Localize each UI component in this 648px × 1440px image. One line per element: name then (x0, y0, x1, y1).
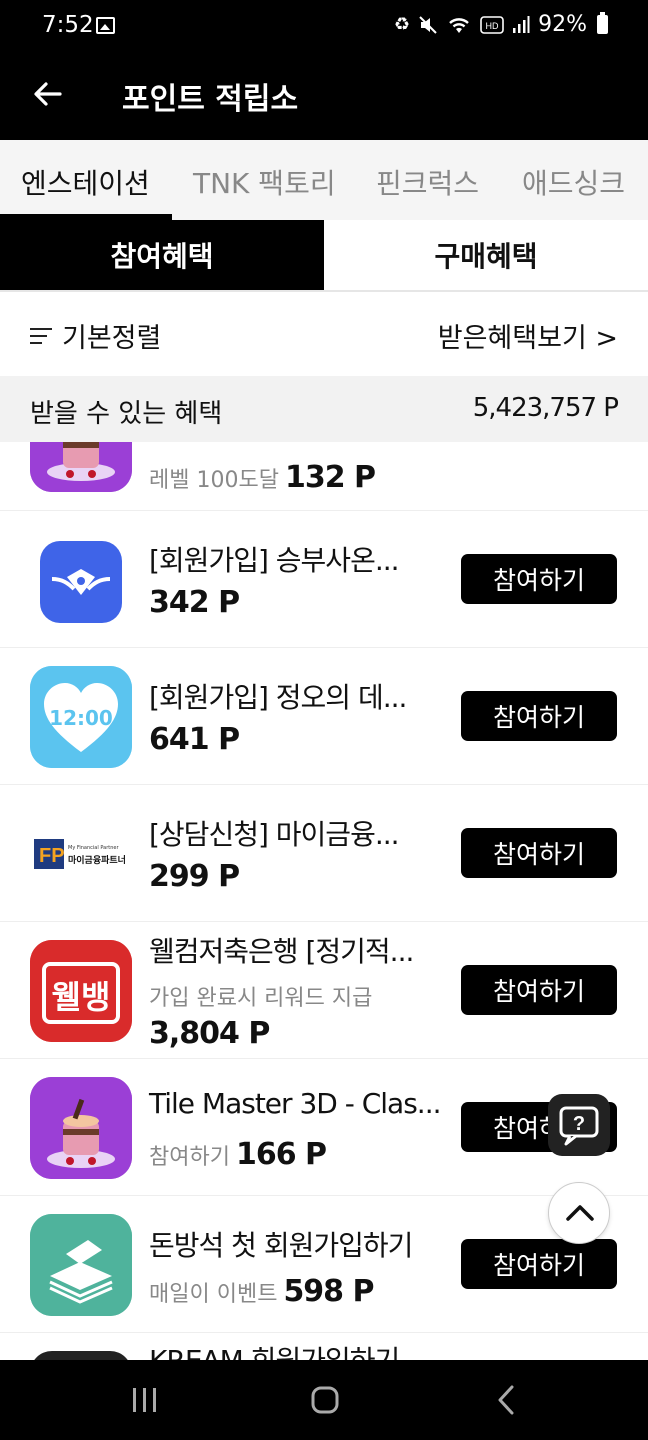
page-title: 포인트 적립소 (122, 82, 299, 117)
tab-tnk-factory[interactable]: TNK 팩토리 (193, 162, 336, 202)
help-chat-icon: ? (559, 1106, 599, 1146)
heart-clock-app-icon: 12:00 (30, 666, 132, 768)
view-received-link[interactable]: 받은혜택보기 > (438, 316, 618, 355)
tab-pincrux[interactable]: 핀크럭스 (376, 162, 479, 202)
status-bar: 7:52 ♻ HD 92% (0, 0, 648, 56)
segment-participate[interactable]: 참여혜택 (0, 220, 324, 290)
join-button[interactable]: 참여하기 (461, 828, 617, 878)
list-item[interactable]: [회원가입] 승부사온... 342 P 참여하기 (0, 511, 648, 648)
app-bar: 포인트 적립소 (0, 56, 648, 140)
item-points: 3,804 P (149, 1016, 270, 1051)
kream-app-icon (30, 1351, 132, 1360)
battery-icon (597, 12, 608, 34)
signal-icon (513, 15, 530, 33)
icon-brand-text: 마이금융파트너 (68, 856, 126, 866)
svg-text:?: ? (573, 1113, 585, 1135)
svg-text:FP: FP (39, 845, 65, 867)
seungbusa-app-icon (30, 531, 132, 633)
chevron-up-icon (566, 1205, 594, 1221)
item-name: Tile Master 3D - Clas... (149, 1087, 442, 1120)
battery-saver-icon: ♻ (393, 13, 411, 35)
join-button[interactable]: 참여하기 (461, 1239, 617, 1289)
item-points: 641 P (149, 722, 240, 757)
item-points: 299 P (149, 859, 240, 894)
help-chat-button[interactable]: ? (548, 1094, 610, 1156)
icon-brand-small: My Financial Partner (68, 845, 119, 851)
status-time: 7:52 (42, 12, 94, 38)
tab-enstation[interactable]: 엔스테이션 (21, 162, 150, 202)
item-points: 132 P (284, 460, 376, 495)
sort-row: 기본정렬 받은혜택보기 > (0, 294, 648, 376)
item-sub-text: 참여하기 166 P (149, 1137, 327, 1172)
wifi-icon (449, 17, 469, 33)
item-points: 342 P (149, 585, 240, 620)
item-sub-text: 가입 완료시 리워드 지급 (149, 986, 373, 1011)
join-button[interactable]: 참여하기 (461, 965, 617, 1015)
status-icons: ♻ HD 92% (394, 12, 608, 37)
sort-label: 기본정렬 (62, 323, 162, 354)
list-item[interactable]: 레벨 100도달132 P 참여하기 (0, 442, 648, 511)
recent-apps-icon[interactable] (123, 1378, 167, 1422)
item-name: 돈방석 첫 회원가입하기 (149, 1229, 413, 1262)
mute-icon (419, 15, 437, 34)
item-sub-text: 레벨 100도달 132 P (149, 460, 376, 495)
sort-button[interactable]: 기본정렬 (30, 316, 161, 355)
item-name: [회원가입] 승부사온... (149, 544, 400, 577)
item-name: [상담신청] 마이금융... (149, 818, 400, 851)
money-cushion-app-icon (30, 1214, 132, 1316)
icon-welbank-text: 웰뱅 (51, 978, 111, 1016)
list-item[interactable]: 웰뱅 웰컴저축은행 [정기적... 가입 완료시 리워드 지급 3,804 P … (0, 922, 648, 1059)
segment-purchase[interactable]: 구매혜택 (324, 220, 648, 290)
sort-icon (30, 327, 52, 345)
icon-clock-text: 12:00 (49, 706, 113, 730)
system-nav-bar (0, 1360, 648, 1440)
provider-tabs: 엔스테이션 TNK 팩토리 핀크럭스 애드싱크 (0, 140, 648, 220)
home-icon[interactable] (303, 1378, 347, 1422)
welbank-app-icon: 웰뱅 (30, 940, 132, 1042)
item-name: 웰컴저축은행 [정기적... (149, 935, 414, 968)
scroll-top-button[interactable] (548, 1182, 610, 1244)
gallery-icon (96, 17, 115, 34)
list-item[interactable]: FP My Financial Partner 마이금융파트너 [상담신청] 마… (0, 785, 648, 922)
item-points: 598 P (283, 1274, 374, 1309)
item-points: 166 P (235, 1137, 327, 1172)
item-name: [회원가입] 정오의 데... (149, 681, 407, 714)
join-button[interactable]: 참여하기 (461, 691, 617, 741)
my-finance-app-icon: FP My Financial Partner 마이금융파트너 (30, 803, 132, 905)
item-sub-text: 매일이 이벤트 598 P (149, 1274, 375, 1309)
list-item[interactable]: KREAM 회원가입하기 (0, 1333, 648, 1360)
tab-adsync[interactable]: 애드싱크 (522, 162, 625, 202)
join-button[interactable]: 참여하기 (461, 554, 617, 604)
item-name: KREAM 회원가입하기 (149, 1339, 400, 1360)
list-item[interactable]: 12:00 [회원가입] 정오의 데... 641 P 참여하기 (0, 648, 648, 785)
back-arrow-icon[interactable] (30, 76, 66, 112)
available-benefit-summary: 받을 수 있는 혜택 5,423,757 P (0, 376, 648, 442)
tile-master-app-icon (30, 1077, 132, 1179)
summary-value: 5,423,757 P (472, 393, 619, 423)
summary-label: 받을 수 있는 혜택 (30, 399, 223, 429)
hd-voice-icon: HD (480, 15, 504, 34)
tile-master-app-icon (30, 442, 132, 492)
back-icon[interactable] (485, 1378, 529, 1422)
benefit-segment: 참여혜택 구매혜택 (0, 220, 648, 292)
battery-percent: 92% (538, 12, 587, 37)
svg-text:HD: HD (486, 21, 499, 31)
